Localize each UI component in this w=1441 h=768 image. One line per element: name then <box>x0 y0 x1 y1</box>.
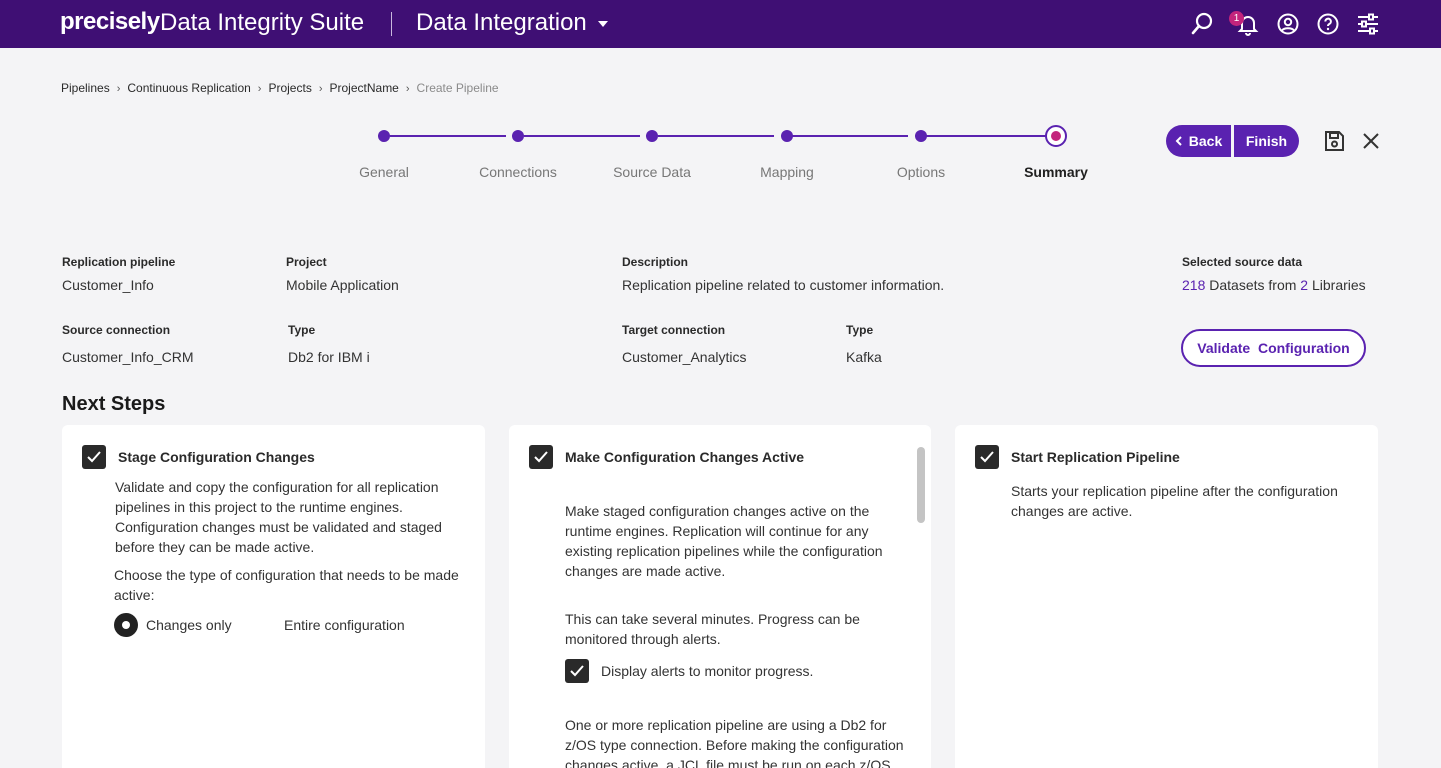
step-label-connections[interactable]: Connections <box>448 164 588 180</box>
breadcrumb-projects[interactable]: Projects <box>268 81 311 95</box>
step-label-mapping[interactable]: Mapping <box>717 164 857 180</box>
libraries-text: Libraries <box>1311 277 1366 293</box>
step-label-source-data[interactable]: Source Data <box>582 164 722 180</box>
activate-zos-text: One or more replication pipeline are usi… <box>565 717 904 768</box>
stage-checkbox[interactable] <box>82 445 106 469</box>
libraries-count-link[interactable]: 2 <box>1300 277 1308 293</box>
help-icon[interactable] <box>1316 12 1340 36</box>
step-connector <box>524 135 640 137</box>
source-connection-label: Source connection <box>62 323 171 337</box>
breadcrumb-pipelines[interactable]: Pipelines <box>61 81 110 95</box>
step-label-general[interactable]: General <box>314 164 454 180</box>
start-title: Start Replication Pipeline <box>1011 449 1180 465</box>
step-dot-source-data[interactable] <box>646 130 658 142</box>
source-connection-value: Customer_Info_CRM <box>62 349 194 365</box>
check-icon <box>534 451 548 463</box>
header-divider <box>391 12 392 36</box>
activate-description: Make staged configuration changes active… <box>565 503 883 579</box>
save-icon[interactable] <box>1323 130 1345 152</box>
description-value: Replication pipeline related to customer… <box>622 277 945 293</box>
source-type-value: Db2 for IBM i <box>288 349 370 365</box>
finish-button-label: Finish <box>1245 133 1288 149</box>
user-icon[interactable] <box>1276 12 1300 36</box>
search-icon[interactable] <box>1190 12 1214 36</box>
breadcrumb: Pipelines › Continuous Replication › Project… <box>61 81 499 95</box>
step-label-summary: Summary <box>1024 164 1088 180</box>
selected-source-label: Selected source data <box>1182 255 1303 269</box>
display-alerts-checkbox[interactable] <box>565 659 589 683</box>
check-icon <box>980 451 994 463</box>
start-card: Start Replication Pipeline Starts your r… <box>955 425 1378 768</box>
target-connection-value: Customer_Analytics <box>622 349 747 365</box>
display-alerts-label[interactable]: Display alerts to monitor progress. <box>601 661 813 681</box>
target-type-label: Type <box>846 323 874 337</box>
target-type-value: Kafka <box>846 349 882 365</box>
back-button-label: Back <box>1188 133 1223 149</box>
chevron-left-icon <box>1175 136 1182 146</box>
chevron-right-icon: › <box>257 83 262 95</box>
project-value: Mobile Application <box>286 277 399 293</box>
activate-title: Make Configuration Changes Active <box>565 449 805 465</box>
app-switcher[interactable]: Data Integration <box>416 9 587 37</box>
chevron-right-icon: › <box>405 83 410 95</box>
breadcrumb-continuous-replication[interactable]: Continuous Replication <box>127 81 250 95</box>
activate-progress-text: This can take several minutes. Progress … <box>565 611 860 647</box>
step-connector <box>390 135 506 137</box>
check-icon <box>87 451 101 463</box>
activate-checkbox[interactable] <box>529 445 553 469</box>
step-connector <box>792 135 908 137</box>
datasets-count-link[interactable]: 218 <box>1182 277 1205 293</box>
description-label: Description <box>622 255 689 269</box>
changes-only-radio[interactable] <box>114 613 138 637</box>
step-connector <box>926 135 1046 137</box>
settings-sliders-icon[interactable] <box>1356 12 1380 36</box>
step-connector <box>658 135 774 137</box>
stage-title: Stage Configuration Changes <box>118 449 315 465</box>
datasets-text: Datasets from <box>1209 277 1297 293</box>
breadcrumb-project-name[interactable]: ProjectName <box>330 81 399 95</box>
pipeline-label: Replication pipeline <box>62 255 176 269</box>
selected-source-value: 218 Datasets from 2 Libraries <box>1182 277 1366 293</box>
pipeline-value: Customer_Info <box>62 277 154 293</box>
step-dot-summary <box>1045 125 1067 147</box>
stage-choose-text: Choose the type of configuration that ne… <box>114 567 459 603</box>
notification-badge: 1 <box>1229 11 1244 26</box>
next-steps-title: Next Steps <box>62 393 166 415</box>
entire-configuration-option[interactable]: Entire configuration <box>284 615 405 635</box>
step-dot-options[interactable] <box>915 130 927 142</box>
finish-button[interactable]: Finish <box>1234 125 1299 157</box>
validate-configuration-label: Validate Configuration <box>1197 340 1350 356</box>
suite-title: Data Integrity Suite <box>160 9 365 36</box>
check-icon <box>570 665 584 677</box>
start-description: Starts your replication pipeline after t… <box>1011 483 1338 519</box>
activate-card-scrollbar[interactable] <box>917 447 925 523</box>
chevron-right-icon: › <box>318 83 323 95</box>
top-bar: precisely Data Integrity Suite Data Inte… <box>0 0 1441 48</box>
step-dot-general[interactable] <box>378 130 390 142</box>
activate-card: Make Configuration Changes Active Make s… <box>509 425 931 768</box>
project-label: Project <box>286 255 327 269</box>
source-type-label: Type <box>288 323 316 337</box>
changes-only-label[interactable]: Changes only <box>146 615 232 635</box>
stage-description: Validate and copy the configuration for … <box>115 479 442 555</box>
back-button[interactable]: Back <box>1166 125 1231 157</box>
step-dot-connections[interactable] <box>512 130 524 142</box>
step-dot-mapping[interactable] <box>781 130 793 142</box>
breadcrumb-current: Create Pipeline <box>416 81 499 95</box>
chevron-right-icon: › <box>116 83 121 95</box>
stage-card: Stage Configuration Changes Validate and… <box>62 425 485 768</box>
chevron-down-icon[interactable] <box>598 21 608 27</box>
target-connection-label: Target connection <box>622 323 726 337</box>
brand-logo: precisely <box>60 8 160 35</box>
start-checkbox[interactable] <box>975 445 999 469</box>
step-label-options[interactable]: Options <box>851 164 991 180</box>
validate-configuration-button[interactable]: Validate Configuration <box>1181 329 1366 367</box>
close-icon[interactable] <box>1362 132 1380 150</box>
